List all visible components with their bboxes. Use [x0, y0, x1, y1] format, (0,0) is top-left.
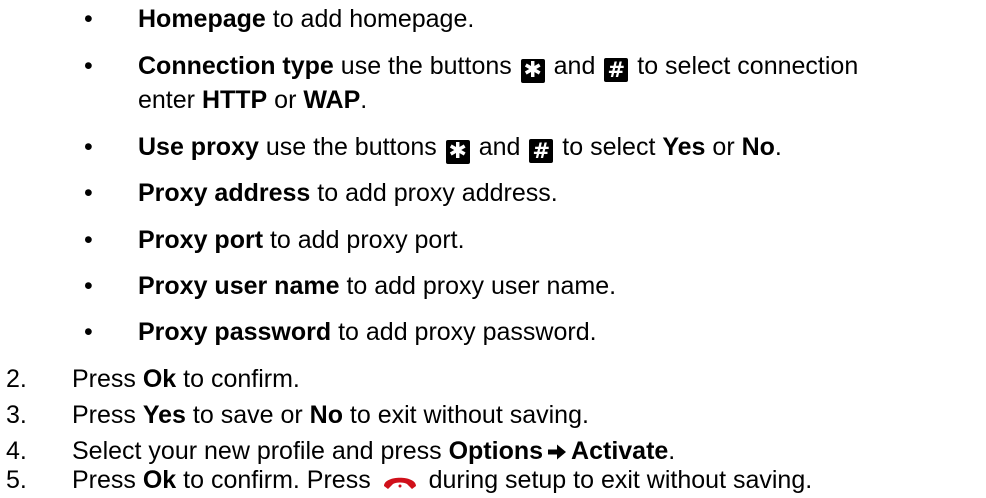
bullet: • — [84, 179, 93, 207]
item-connection-type: Connection type use the buttons ✱ and # … — [138, 52, 859, 83]
item-proxy-password: Proxy password to add proxy password. — [138, 318, 597, 346]
term: Proxy port — [138, 226, 264, 254]
hash-key-icon: # — [529, 139, 554, 163]
bullet: • — [84, 226, 93, 254]
term: Proxy address — [138, 179, 311, 207]
step-3: Press Yes to save or No to exit without … — [72, 401, 589, 429]
step-number: 4. — [6, 437, 27, 465]
bullet: • — [84, 5, 93, 33]
term: Homepage — [138, 5, 266, 33]
term: Connection type — [138, 52, 334, 80]
step-2: Press Ok to confirm. — [72, 365, 300, 393]
term: Proxy user name — [138, 272, 340, 300]
term: Proxy password — [138, 318, 332, 346]
step-number: 5. — [6, 466, 27, 494]
item-use-proxy: Use proxy use the buttons ✱ and # to sel… — [138, 133, 782, 164]
hash-key-icon: # — [604, 58, 629, 82]
item-proxy-address: Proxy address to add proxy address. — [138, 179, 558, 207]
item-proxy-port: Proxy port to add proxy port. — [138, 226, 465, 254]
star-key-icon: ✱ — [445, 140, 470, 164]
star-key-icon: ✱ — [520, 59, 545, 83]
item-connection-type-line2: enter HTTP or WAP. — [138, 86, 368, 114]
step-number: 2. — [6, 365, 27, 393]
bullet: • — [84, 272, 93, 300]
end-call-icon — [382, 468, 418, 498]
bullet: • — [84, 318, 93, 346]
step-4: Select your new profile and press Option… — [72, 436, 675, 468]
step-number: 3. — [6, 401, 27, 429]
bullet: • — [84, 52, 93, 80]
item-homepage: Homepage to add homepage. — [138, 5, 475, 33]
right-arrow-icon — [547, 438, 567, 468]
item-proxy-user-name: Proxy user name to add proxy user name. — [138, 272, 617, 300]
step-5: Press Ok to confirm. Press during setup … — [72, 465, 812, 498]
term: Use proxy — [138, 133, 259, 161]
bullet: • — [84, 133, 93, 161]
instructions-page: • Homepage to add homepage. • Connection… — [0, 0, 986, 494]
